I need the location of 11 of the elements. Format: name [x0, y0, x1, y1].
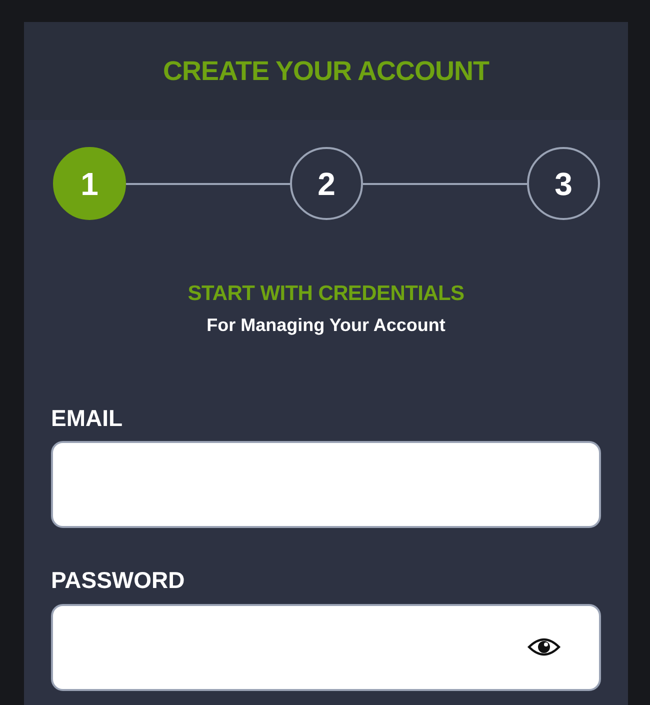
step-indicator: 2 — [290, 147, 363, 220]
section-heading: START WITH CREDENTIALS — [186, 281, 466, 307]
section-subheading: For Managing Your Account — [206, 314, 446, 337]
email-field[interactable] — [51, 441, 601, 528]
page-title: CREATE YOUR ACCOUNT — [162, 54, 489, 88]
step-indicator: 3 — [527, 147, 600, 220]
step-indicator: 1 — [53, 147, 126, 220]
eye-icon[interactable] — [527, 636, 561, 658]
field-label: EMAIL — [51, 404, 124, 432]
field-label: PASSWORD — [51, 566, 186, 595]
password-field[interactable] — [51, 604, 601, 690]
